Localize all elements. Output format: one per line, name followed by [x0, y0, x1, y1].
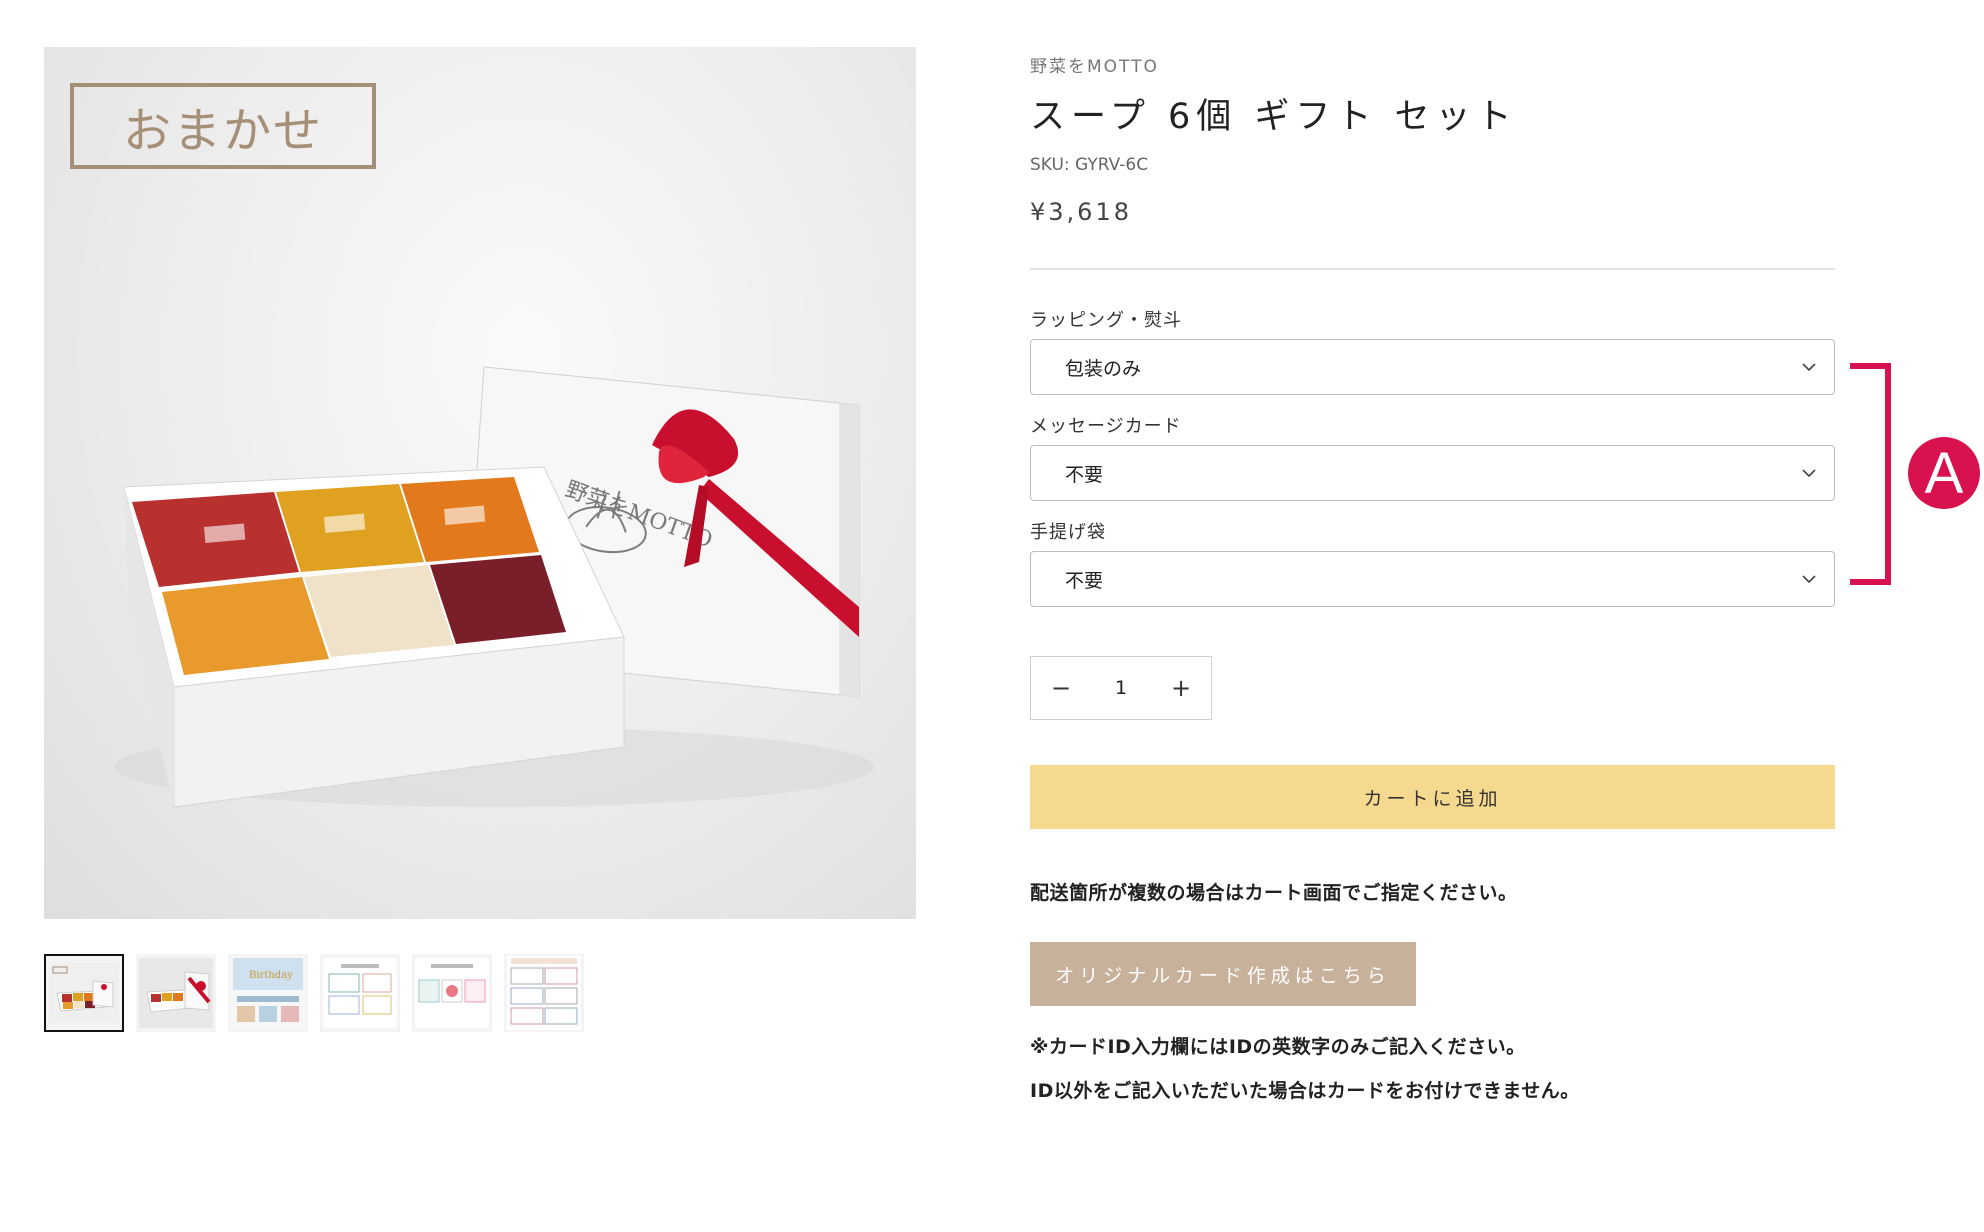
message-card-sheet-image-icon [323, 958, 397, 1028]
thumbnail-4[interactable] [320, 954, 400, 1032]
omakase-badge: おまかせ [70, 83, 376, 169]
message-card-samples-image-icon [415, 958, 489, 1028]
handbag-select[interactable]: 不要 [1030, 551, 1835, 607]
wrapping-label: ラッピング・熨斗 [1030, 310, 1182, 331]
product-title: スープ 6個 ギフト セット [1030, 97, 1518, 137]
annotation-badge-a: A [1908, 437, 1980, 509]
chevron-down-icon [1802, 575, 1816, 584]
handbag-label: 手提げ袋 [1030, 522, 1106, 543]
vendor-name: 野菜をMOTTO [1030, 57, 1159, 77]
quantity-increase-button[interactable]: + [1151, 658, 1211, 718]
product-price: ¥3,618 [1030, 198, 1132, 226]
quantity-decrease-button[interactable]: − [1031, 658, 1091, 718]
gift-box-ribbon-photo-icon [139, 958, 213, 1028]
chevron-down-icon [1802, 469, 1816, 478]
quantity-value[interactable]: 1 [1115, 677, 1127, 699]
divider [1030, 268, 1835, 270]
thumbnail-3[interactable]: Birthday [228, 954, 308, 1032]
handbag-select-value: 不要 [1065, 569, 1104, 592]
message-card-select[interactable]: 不要 [1030, 445, 1835, 501]
thumbnail-strip: Birthday [44, 954, 584, 1032]
svg-text:Birthday: Birthday [249, 970, 293, 981]
add-to-cart-button[interactable]: カートに追加 [1030, 765, 1835, 829]
card-id-warning: ID以外をご記入いただいた場合はカードをお付けできません。 [1030, 1080, 1580, 1102]
thumbnail-2[interactable] [136, 954, 216, 1032]
thumbnail-1[interactable] [44, 954, 124, 1032]
product-sku: SKU: GYRV-6C [1030, 155, 1149, 175]
thumbnail-5[interactable] [412, 954, 492, 1032]
card-id-note: ※カードID入力欄にはIDの英数字のみご記入ください。 [1030, 1036, 1526, 1058]
main-product-image[interactable]: 野菜をMOTTO おまかせ [44, 47, 916, 919]
annotation-bracket [1850, 363, 1891, 585]
thumbnail-6[interactable] [504, 954, 584, 1032]
gift-box-photo-icon [49, 963, 119, 1023]
wrapping-select[interactable]: 包装のみ [1030, 339, 1835, 395]
chevron-down-icon [1802, 363, 1816, 372]
birthday-card-image-icon: Birthday [231, 956, 305, 1030]
message-card-label: メッセージカード [1030, 416, 1182, 437]
quantity-stepper: − 1 + [1030, 656, 1212, 720]
multi-shipping-note: 配送箇所が複数の場合はカート画面でご指定ください。 [1030, 882, 1518, 904]
card-templates-image-icon [507, 956, 581, 1030]
message-card-select-value: 不要 [1065, 463, 1104, 486]
wrapping-select-value: 包装のみ [1065, 357, 1142, 380]
gift-box-illustration: 野菜をMOTTO [114, 366, 874, 808]
original-card-button[interactable]: オリジナルカード作成はこちら [1030, 942, 1416, 1006]
